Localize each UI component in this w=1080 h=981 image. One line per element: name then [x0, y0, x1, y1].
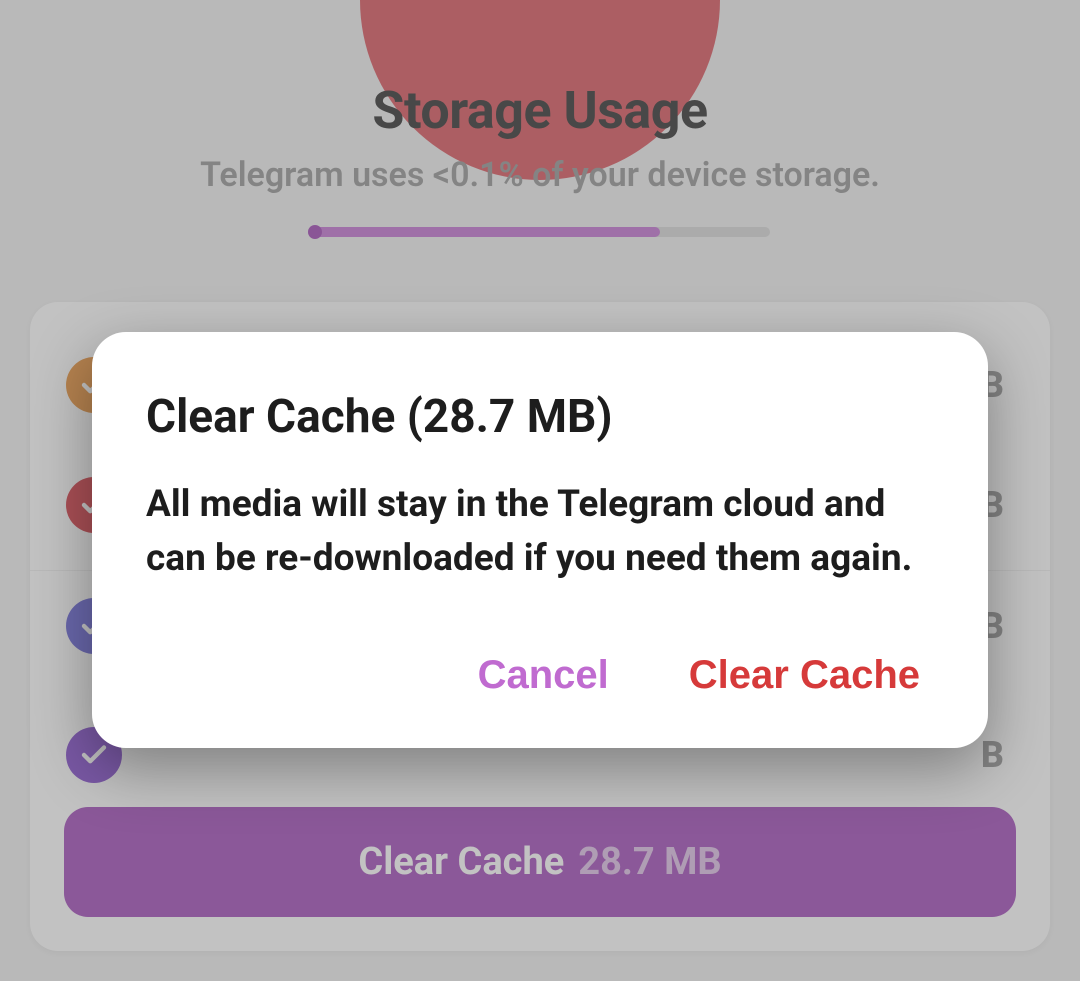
cancel-button[interactable]: Cancel: [474, 647, 613, 704]
clear-cache-confirm-button[interactable]: Clear Cache: [685, 647, 924, 704]
dialog-body: All media will stay in the Telegram clou…: [146, 478, 934, 585]
clear-cache-dialog: Clear Cache (28.7 MB) All media will sta…: [92, 332, 988, 748]
dialog-title: Clear Cache (28.7 MB): [146, 390, 934, 444]
dialog-actions: Cancel Clear Cache: [146, 647, 934, 704]
